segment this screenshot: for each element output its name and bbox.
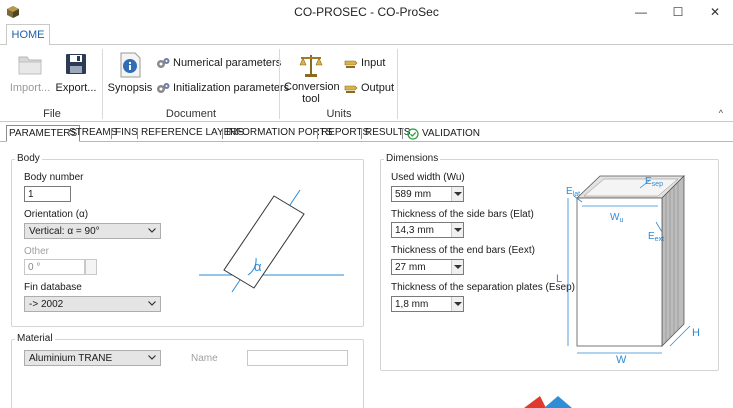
import-label: Import... <box>9 82 51 94</box>
used-width-value: 589 mm <box>395 189 432 200</box>
window-title: CO-PROSEC - CO-ProSec <box>294 5 439 19</box>
material-name-label: Name <box>191 353 218 364</box>
units-icon <box>344 85 358 93</box>
ribbon-separator <box>397 49 398 119</box>
separation-plates-thickness-value: 1,8 mm <box>395 299 429 310</box>
end-bars-thickness-input[interactable]: 27 mm <box>391 259 464 275</box>
synopsis-button[interactable]: Synopsis <box>108 51 152 103</box>
chevron-down-icon <box>148 228 156 233</box>
side-bars-thickness-input[interactable]: 14,3 mm <box>391 222 464 238</box>
tab-separator <box>222 128 223 139</box>
body-group-title: Body <box>15 153 42 164</box>
ribbon-separator <box>279 49 280 119</box>
block-side-face <box>661 175 685 347</box>
maximize-button[interactable]: ☐ <box>663 0 693 24</box>
exchanger-dimensions-diagram: Elat Esep Wu Eext L W H <box>556 175 700 366</box>
tab-separator <box>137 128 138 139</box>
material-name-input[interactable] <box>247 350 348 366</box>
ribbon: Import... Export... File Synopsis Numeri… <box>0 44 733 122</box>
units-icon <box>344 60 358 68</box>
material-select[interactable]: Aluminium TRANE <box>24 350 161 366</box>
initialization-parameters-label: Initialization parameters <box>173 82 290 94</box>
units-input-button[interactable]: Input <box>344 57 385 69</box>
minimize-button[interactable]: — <box>626 0 656 24</box>
orientation-diagram: α <box>199 189 344 293</box>
elat-label: Elat <box>566 186 580 198</box>
other-label: Other <box>24 246 50 257</box>
dropdown-arrow-icon[interactable] <box>451 223 463 237</box>
length-label: L <box>556 273 562 285</box>
folder-icon <box>18 56 42 75</box>
initialization-parameters-button[interactable]: Initialization parameters <box>156 82 289 94</box>
dimensions-group-title: Dimensions <box>384 153 441 164</box>
body-rectangle <box>223 195 305 289</box>
end-bars-thickness-value: 27 mm <box>395 262 426 273</box>
tab-bar: PARAMETERS STREAMS FINS REFERENCE LAYERS… <box>0 125 733 142</box>
group-units-label: Units <box>326 108 352 120</box>
chevron-down-icon <box>148 301 156 306</box>
group-file-label: File <box>43 108 61 120</box>
height-label: H <box>692 327 700 339</box>
tab-fins[interactable]: FINS <box>113 125 140 142</box>
gears-icon <box>157 83 170 93</box>
export-button[interactable]: Export... <box>56 51 96 103</box>
title-bar: CO-PROSEC - CO-ProSec — ☐ ✕ <box>0 0 733 24</box>
tab-separator <box>111 128 112 139</box>
tab-separator <box>361 128 362 139</box>
scales-icon <box>299 55 323 77</box>
dropdown-arrow-icon[interactable] <box>451 260 463 274</box>
conversion-tool-button[interactable]: Conversion tool <box>284 51 340 107</box>
numerical-parameters-label: Numerical parameters <box>173 57 282 69</box>
used-width-label: Used width (Wu) <box>391 172 465 183</box>
fin-database-select[interactable]: -> 2002 <box>24 296 161 312</box>
numerical-parameters-button[interactable]: Numerical parameters <box>156 57 281 69</box>
alpha-label: α <box>254 259 262 274</box>
tab-separator <box>402 128 403 139</box>
synopsis-label: Synopsis <box>107 82 153 94</box>
orientation-label: Orientation (α) <box>24 209 89 220</box>
info-document-icon <box>120 52 141 78</box>
company-logo-icon <box>524 396 572 408</box>
units-input-label: Input <box>361 57 386 69</box>
other-angle-spinner[interactable] <box>85 259 97 275</box>
import-button[interactable]: Import... <box>10 51 50 103</box>
used-width-input[interactable]: 589 mm <box>391 186 464 202</box>
body-number-label: Body number <box>24 172 84 183</box>
end-bars-thickness-label: Thickness of the end bars (Eext) <box>391 245 535 256</box>
export-label: Export... <box>55 82 97 94</box>
width-label: W <box>616 354 627 366</box>
side-bars-thickness-value: 14,3 mm <box>395 225 434 236</box>
save-disk-icon <box>66 54 86 74</box>
fin-database-value: -> 2002 <box>29 299 64 310</box>
units-output-button[interactable]: Output <box>344 82 394 94</box>
separation-plates-thickness-label: Thickness of the separation plates (Esep… <box>391 282 575 293</box>
other-angle-input[interactable]: 0 ° <box>24 259 85 275</box>
tab-home[interactable]: HOME <box>6 24 50 45</box>
orientation-value: Vertical: α = 90° <box>29 226 100 237</box>
group-document-label: Document <box>165 108 217 120</box>
conversion-tool-label-1: Conversion <box>284 81 340 93</box>
body-number-input[interactable]: 1 <box>24 186 71 202</box>
collapse-ribbon-button[interactable]: ^ <box>719 108 723 118</box>
tab-validation-label: VALIDATION <box>422 127 480 139</box>
close-button[interactable]: ✕ <box>700 0 730 24</box>
material-group-title: Material <box>15 333 55 344</box>
gears-icon <box>157 58 170 68</box>
check-circle-icon <box>407 127 419 140</box>
orientation-select[interactable]: Vertical: α = 90° <box>24 223 161 239</box>
separation-plates-thickness-input[interactable]: 1,8 mm <box>391 296 464 312</box>
tab-separator <box>317 128 318 139</box>
chevron-down-icon <box>148 355 156 360</box>
ribbon-separator <box>102 49 103 119</box>
tab-validation[interactable]: VALIDATION <box>405 125 482 142</box>
conversion-tool-label-2: tool <box>302 93 320 105</box>
units-output-label: Output <box>361 82 395 94</box>
fin-database-label: Fin database <box>24 282 82 293</box>
material-value: Aluminium TRANE <box>29 353 113 364</box>
dropdown-arrow-icon[interactable] <box>451 297 463 311</box>
dropdown-arrow-icon[interactable] <box>451 187 463 201</box>
side-bars-thickness-label: Thickness of the side bars (Elat) <box>391 209 534 220</box>
